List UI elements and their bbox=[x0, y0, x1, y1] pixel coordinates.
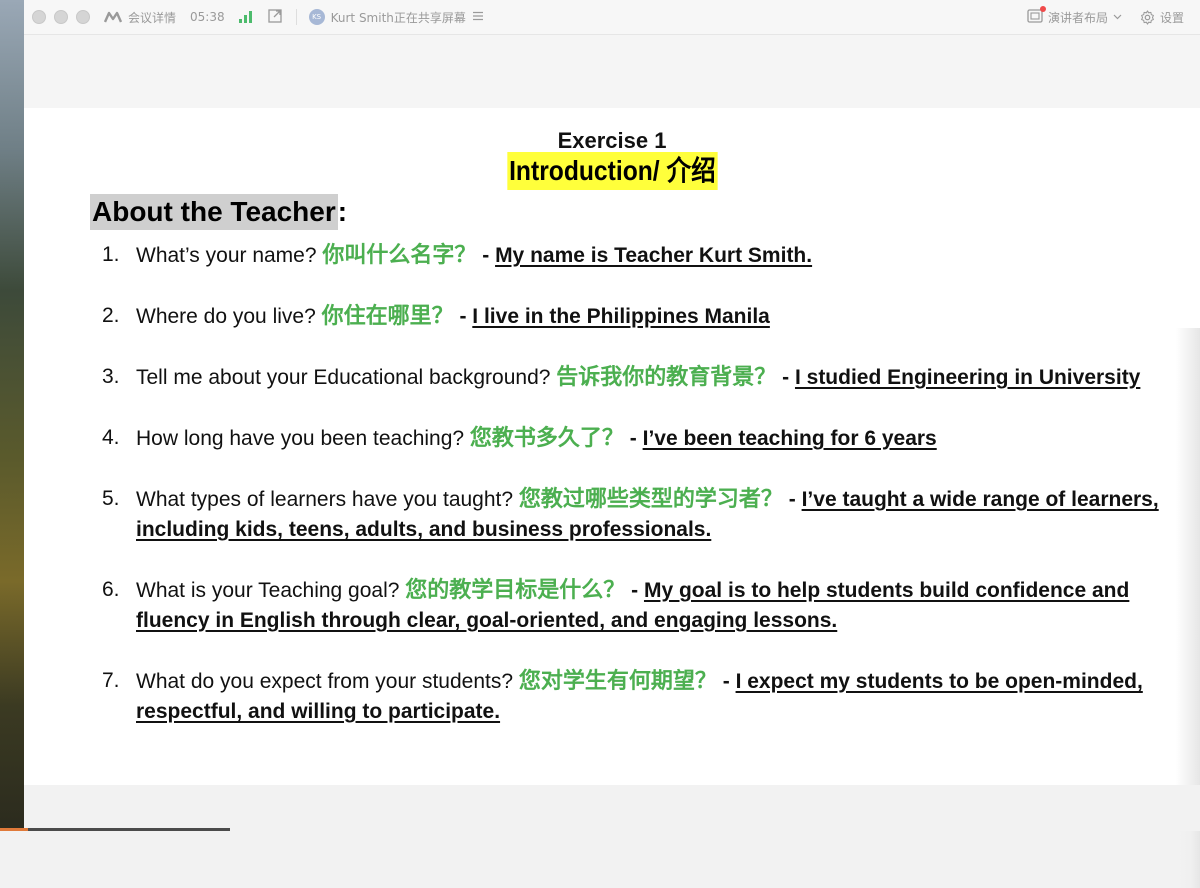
question-number: 7. bbox=[102, 669, 120, 692]
list-item: 3. Tell me about your Educational backgr… bbox=[90, 362, 1160, 393]
gear-icon bbox=[1141, 9, 1154, 25]
question-english: Where do you live? bbox=[136, 305, 322, 328]
question-number: 3. bbox=[102, 365, 120, 388]
intro-title: Introduction/ 介绍 bbox=[506, 152, 718, 190]
answer-separator: - bbox=[453, 305, 473, 328]
network-signal-icon[interactable] bbox=[238, 11, 252, 23]
answer-separator: - bbox=[716, 670, 736, 693]
question-number: 1. bbox=[102, 243, 120, 266]
question-chinese: 你叫什么名字？ bbox=[322, 242, 477, 267]
question-chinese: 您对学生有何期望？ bbox=[518, 668, 717, 693]
list-item: 6. What is your Teaching goal? 您的教学目标是什么… bbox=[90, 575, 1160, 636]
question-chinese: 告诉我你的教育背景？ bbox=[556, 364, 777, 389]
question-english: What types of learners have you taught? bbox=[136, 488, 519, 511]
layout-icon bbox=[1027, 5, 1046, 26]
sharing-options-icon[interactable] bbox=[472, 10, 484, 24]
list-item: 1. What’s your name? 你叫什么名字？ - My name i… bbox=[90, 240, 1160, 271]
desktop-background bbox=[0, 0, 24, 831]
section-heading-colon: : bbox=[337, 196, 348, 227]
question-english: How long have you been teaching? bbox=[136, 427, 470, 450]
bottom-area bbox=[24, 785, 1200, 831]
answer-text: I studied Engineering in University bbox=[794, 366, 1141, 389]
answer-separator: - bbox=[625, 579, 644, 602]
question-number: 5. bbox=[102, 487, 120, 510]
answer-separator: - bbox=[623, 427, 643, 450]
meeting-timer: 05:38 bbox=[190, 10, 225, 24]
section-heading: About the Teacher: bbox=[90, 194, 347, 230]
layout-label: 演讲者布局 bbox=[1047, 10, 1108, 25]
question-english: What do you expect from your students? bbox=[136, 670, 519, 693]
settings-label: 设置 bbox=[1159, 10, 1184, 25]
window-zoom-button[interactable] bbox=[76, 10, 90, 24]
chevron-down-icon bbox=[1113, 14, 1122, 20]
popout-icon[interactable] bbox=[267, 8, 282, 26]
notification-dot bbox=[1039, 5, 1046, 12]
list-item: 5. What types of learners have you taugh… bbox=[90, 484, 1160, 545]
window-close-button[interactable] bbox=[32, 10, 46, 24]
exercise-title: Exercise 1 bbox=[557, 128, 667, 153]
question-english: What is your Teaching goal? bbox=[136, 579, 406, 602]
question-number: 4. bbox=[102, 426, 120, 449]
meeting-logo-icon bbox=[104, 11, 122, 23]
shared-screen-document: Exercise 1 Introduction/ 介绍 About the Te… bbox=[24, 108, 1200, 888]
question-english: What’s your name? bbox=[136, 244, 323, 267]
question-chinese: 您的教学目标是什么？ bbox=[405, 577, 626, 602]
question-chinese: 您教过哪些类型的学习者？ bbox=[518, 486, 783, 511]
meeting-info[interactable]: 会议详情 bbox=[104, 9, 176, 26]
window-minimize-button[interactable] bbox=[54, 10, 68, 24]
presenter-layout-button[interactable]: 演讲者布局 bbox=[1027, 5, 1122, 26]
answer-separator: - bbox=[782, 488, 802, 511]
answer-separator: - bbox=[476, 244, 496, 267]
question-chinese: 您教书多久了？ bbox=[469, 425, 624, 450]
list-item: 2. Where do you live? 你住在哪里？ - I live in… bbox=[90, 301, 1160, 332]
title-bar: 会议详情 05:38 KS Kurt Smith正在共享屏幕 演讲者布局 设置 bbox=[24, 0, 1200, 35]
answer-text: I’ve been teaching for 6 years bbox=[642, 427, 937, 450]
sharing-status-text: Kurt Smith正在共享屏幕 bbox=[330, 10, 466, 25]
list-item: 4. How long have you been teaching? 您教书多… bbox=[90, 423, 1160, 454]
answer-text: I live in the Philippines Manila bbox=[472, 305, 770, 328]
question-number: 2. bbox=[102, 304, 120, 327]
question-list: 1. What’s your name? 你叫什么名字？ - My name i… bbox=[90, 240, 1160, 757]
question-chinese: 你住在哪里？ bbox=[321, 303, 454, 328]
settings-button[interactable]: 设置 bbox=[1140, 9, 1184, 26]
answer-separator: - bbox=[776, 366, 795, 389]
answer-text: My name is Teacher Kurt Smith. bbox=[495, 244, 813, 267]
meeting-window: 会议详情 05:38 KS Kurt Smith正在共享屏幕 演讲者布局 设置 … bbox=[24, 0, 1200, 888]
meeting-details-label: 会议详情 bbox=[128, 10, 177, 25]
question-english: Tell me about your Educational backgroun… bbox=[136, 366, 557, 389]
intro-title-wrap: Introduction/ 介绍 bbox=[24, 152, 1200, 190]
list-item: 7. What do you expect from your students… bbox=[90, 666, 1160, 727]
question-number: 6. bbox=[102, 578, 120, 601]
presenter-avatar: KS bbox=[308, 9, 325, 25]
section-heading-text: About the Teacher bbox=[90, 194, 338, 230]
titlebar-divider bbox=[295, 9, 297, 25]
